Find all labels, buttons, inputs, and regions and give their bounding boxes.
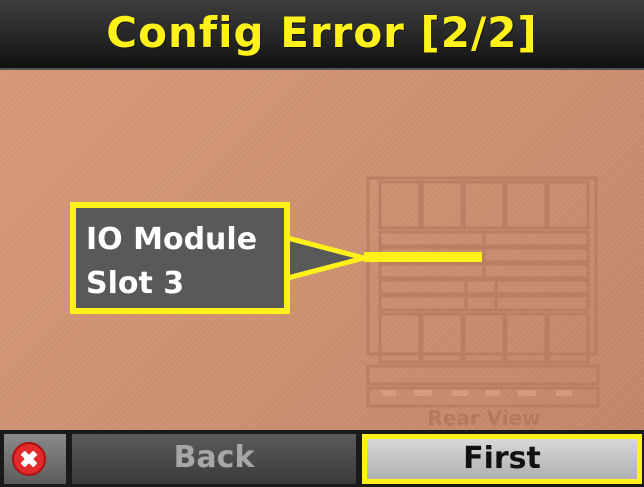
callout-line-2: Slot 3 [86,266,185,301]
callout-pointer [280,233,482,283]
bottom-nav-bar: Back First [0,430,644,487]
first-button[interactable]: First [362,434,642,484]
error-callout: IO Module Slot 3 [70,202,290,314]
rear-view-caption: Rear View [427,406,541,430]
server-rear-view-diagram [366,176,600,408]
lcd-screen: Config Error [2/2] Rear View IO Module S… [0,0,644,487]
close-icon [12,442,46,476]
title-bar: Config Error [2/2] [0,0,644,70]
callout-line-1: IO Module [86,222,258,257]
callout-label: IO Module Slot 3 [86,218,257,306]
back-button[interactable]: Back [72,434,356,484]
close-button[interactable] [4,434,66,484]
page-title: Config Error [2/2] [106,8,538,57]
